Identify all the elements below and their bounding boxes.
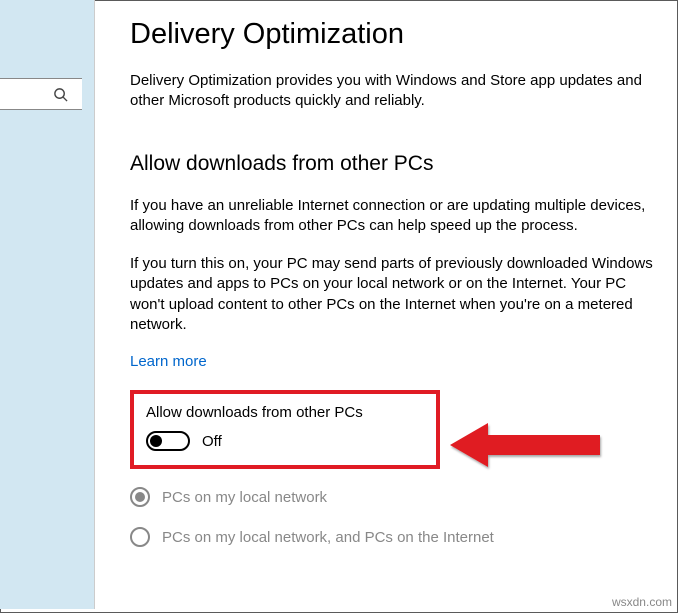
search-input[interactable] <box>0 78 82 110</box>
section-title: Allow downloads from other PCs <box>130 152 658 176</box>
radio-label: PCs on my local network <box>162 489 327 506</box>
toggle-label: Allow downloads from other PCs <box>146 404 424 421</box>
radio-icon <box>130 527 150 547</box>
page-title: Delivery Optimization <box>130 18 658 51</box>
sidebar <box>0 0 95 609</box>
radio-icon <box>130 487 150 507</box>
content-area: Delivery Optimization Delivery Optimizat… <box>130 18 658 567</box>
radio-label: PCs on my local network, and PCs on the … <box>162 529 494 546</box>
learn-more-link[interactable]: Learn more <box>130 353 207 370</box>
section-para-1: If you have an unreliable Internet conne… <box>130 196 658 237</box>
toggle-state-text: Off <box>202 433 222 450</box>
highlight-annotation: Allow downloads from other PCs Off <box>130 390 440 469</box>
allow-downloads-toggle[interactable] <box>146 431 190 451</box>
intro-text: Delivery Optimization provides you with … <box>130 71 658 112</box>
radio-option-local[interactable]: PCs on my local network <box>130 487 658 507</box>
section-para-2: If you turn this on, your PC may send pa… <box>130 254 658 335</box>
toggle-knob <box>150 435 162 447</box>
watermark: wsxdn.com <box>612 595 672 609</box>
search-icon <box>53 87 68 102</box>
toggle-row: Off <box>146 431 424 451</box>
radio-option-internet[interactable]: PCs on my local network, and PCs on the … <box>130 527 658 547</box>
